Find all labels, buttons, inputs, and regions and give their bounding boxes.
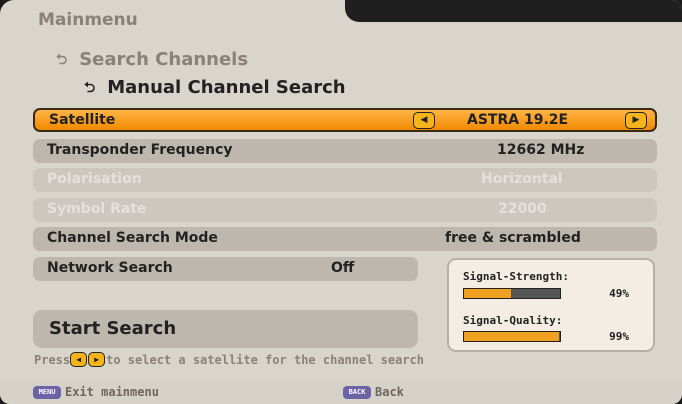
arrow-left-icon[interactable]: ◀: [413, 112, 435, 129]
transponder-label: Transponder Frequency: [47, 142, 233, 158]
exit-mainmenu-action[interactable]: MENU Exit mainmenu: [33, 385, 159, 399]
page-title: Manual Channel Search: [107, 77, 346, 98]
hint-prefix: Press: [34, 352, 71, 367]
signal-quality-bar: [463, 331, 561, 342]
top-right-frame: [345, 0, 682, 22]
signal-quality-fill: [464, 332, 560, 341]
search-mode-label: Channel Search Mode: [47, 230, 218, 246]
network-search-row[interactable]: Network Search Off: [33, 257, 418, 281]
arrow-right-icon[interactable]: ▶: [625, 112, 647, 129]
satellite-label: Satellite: [49, 112, 116, 128]
signal-quality-label: Signal-Quality:: [463, 314, 563, 327]
symbol-rate-value: 22000: [498, 201, 547, 217]
network-search-label: Network Search: [47, 260, 173, 276]
polarisation-row: Polarisation Horizontal: [33, 168, 657, 192]
help-hint: Press ◀ ▶ to select a satellite for the c…: [34, 352, 424, 367]
exit-mainmenu-label: Exit mainmenu: [65, 385, 159, 399]
signal-strength-fill: [464, 289, 512, 298]
arrow-left-icon: ◀: [70, 352, 88, 367]
tv-menu-screen: Mainmenu ⮌ Search Channels ⮌ Manual Chan…: [0, 0, 682, 404]
breadcrumb-manual-channel-search: ⮌ Manual Channel Search: [84, 77, 346, 98]
signal-panel: Signal-Strength: 49% Signal-Quality: 99%: [447, 258, 655, 352]
return-arrow-icon: ⮌: [84, 79, 96, 96]
transponder-value: 12662 MHz: [497, 142, 585, 158]
polarisation-label: Polarisation: [47, 171, 142, 187]
channel-search-mode-row[interactable]: Channel Search Mode free & scrambled: [33, 227, 657, 251]
signal-strength-bar: [463, 288, 561, 299]
start-search-button[interactable]: Start Search: [33, 310, 418, 348]
polarisation-value: Horizontal: [481, 171, 563, 187]
start-search-label: Start Search: [49, 318, 177, 339]
back-action[interactable]: BACK Back: [343, 385, 404, 399]
menu-title: Mainmenu: [38, 10, 138, 30]
signal-strength-label: Signal-Strength:: [463, 270, 569, 283]
arrow-right-icon: ▶: [88, 352, 106, 367]
symbol-rate-row: Symbol Rate 22000: [33, 198, 657, 222]
satellite-value: ASTRA 19.2E: [467, 112, 569, 128]
signal-quality-percent: 99%: [609, 330, 629, 343]
symbol-rate-label: Symbol Rate: [47, 201, 147, 217]
search-mode-value: free & scrambled: [445, 230, 581, 246]
transponder-frequency-row[interactable]: Transponder Frequency 12662 MHz: [33, 139, 657, 163]
breadcrumb-label: Search Channels: [79, 49, 249, 70]
back-label: Back: [375, 385, 404, 399]
network-search-value: Off: [331, 260, 355, 276]
hint-suffix: to select a satellite for the channel se…: [106, 352, 425, 367]
back-key-icon: BACK: [343, 385, 371, 399]
satellite-row[interactable]: Satellite ◀ ASTRA 19.2E ▶: [33, 108, 657, 132]
menu-key-icon: MENU: [33, 385, 61, 399]
signal-strength-percent: 49%: [609, 287, 629, 300]
return-arrow-icon: ⮌: [56, 51, 68, 68]
breadcrumb-search-channels[interactable]: ⮌ Search Channels: [56, 49, 248, 70]
